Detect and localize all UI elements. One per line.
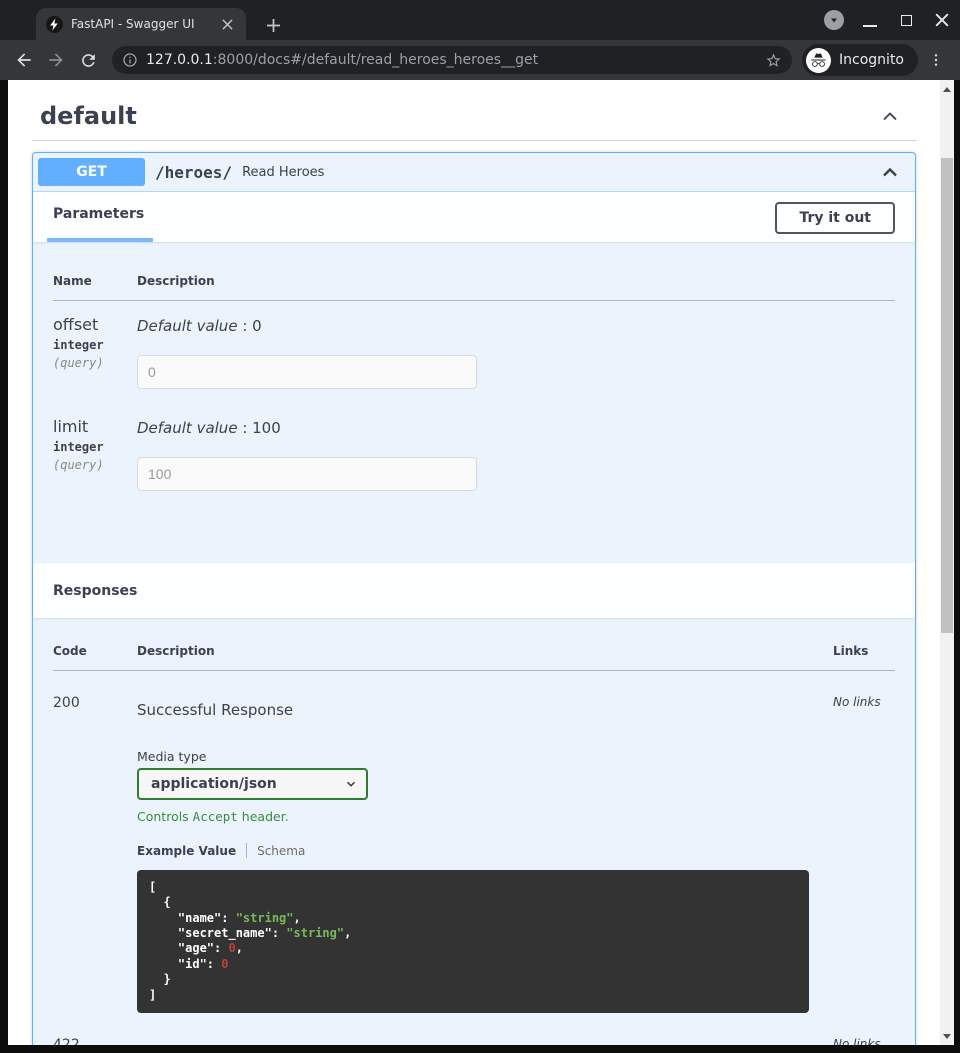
- accept-header-note: Controls Accept header.: [137, 809, 833, 824]
- browser-window: FastAPI - Swagger UI: [0, 0, 960, 1053]
- response-description: Validation Error: [137, 1043, 833, 1045]
- param-type: integer: [53, 338, 137, 352]
- window-controls: [824, 0, 952, 40]
- minimize-button[interactable]: [860, 8, 880, 32]
- incognito-icon: [806, 48, 831, 73]
- try-it-out-button[interactable]: Try it out: [775, 202, 895, 234]
- browser-tab[interactable]: FastAPI - Swagger UI: [36, 8, 246, 40]
- param-default: Default value : 100: [137, 417, 895, 437]
- incognito-label: Incognito: [839, 52, 904, 68]
- param-input-limit[interactable]: [137, 457, 477, 491]
- back-icon[interactable]: [10, 46, 38, 74]
- col-header-description: Description: [137, 634, 833, 671]
- fastapi-favicon-icon: [46, 16, 63, 33]
- param-default: Default value : 0: [137, 315, 895, 335]
- media-type-block: Media type application/json Con: [137, 749, 833, 824]
- note-prefix: Controls: [137, 809, 193, 824]
- responses-body: Code Description Links 200 Successful Re…: [33, 618, 915, 1045]
- page-scrollbar[interactable]: [940, 80, 954, 1045]
- response-links: No links: [833, 1013, 895, 1045]
- tab-strip: FastAPI - Swagger UI: [0, 0, 960, 40]
- col-header-description: Description: [137, 264, 895, 301]
- param-name: limit: [53, 417, 137, 436]
- param-default-label: Default value: [137, 317, 238, 335]
- url-text[interactable]: 127.0.0.1:8000/docs#/default/read_heroes…: [146, 52, 757, 68]
- tab-close-icon[interactable]: [218, 15, 236, 33]
- param-default-sep: :: [238, 317, 253, 335]
- tab-title: FastAPI - Swagger UI: [71, 17, 210, 31]
- example-json-codeblock: [ { "name": "string", "secret_name": "st…: [137, 870, 809, 1013]
- reload-icon[interactable]: [74, 46, 102, 74]
- response-description: Successful Response: [137, 701, 833, 719]
- new-tab-button[interactable]: [260, 12, 286, 38]
- code-line: "id": 0: [149, 957, 797, 972]
- parameters-body: Name Description offset integer (query): [33, 242, 915, 563]
- code-line: "secret_name": "string",: [149, 926, 797, 941]
- col-header-links: Links: [833, 634, 895, 671]
- content-area: default GET /heroes/ Read Heroes: [0, 80, 960, 1053]
- param-default-label: Default value: [137, 419, 238, 437]
- code-line: {: [149, 895, 171, 909]
- response-row-422: 422 Validation Error No links: [53, 1013, 895, 1045]
- endpoint-summary-text: Read Heroes: [242, 165, 324, 180]
- page-info-icon[interactable]: [122, 52, 138, 68]
- tab-divider: [246, 843, 247, 858]
- param-location: (query): [53, 458, 137, 472]
- tag-title: default: [40, 102, 137, 130]
- tag-collapse-chevron-icon[interactable]: [878, 104, 902, 128]
- model-example-tabs: Example Value Schema: [137, 843, 833, 858]
- scroll-down-icon[interactable]: [940, 1029, 954, 1043]
- param-name: offset: [53, 315, 137, 334]
- url-bar[interactable]: 127.0.0.1:8000/docs#/default/read_heroes…: [112, 46, 792, 74]
- response-links: No links: [833, 671, 895, 1013]
- param-default-value: 0: [252, 317, 262, 335]
- code-line: "name": "string",: [149, 911, 797, 926]
- browser-update-icon[interactable]: [824, 10, 844, 30]
- code-line: "age": 0,: [149, 941, 797, 956]
- url-host: 127.0.0.1: [146, 52, 213, 68]
- code-line: }: [149, 972, 171, 986]
- param-row-limit: limit integer (query) Default value : 10…: [53, 403, 895, 505]
- scrollbar-thumb[interactable]: [941, 158, 953, 633]
- endpoint-collapse-chevron-icon[interactable]: [878, 160, 902, 184]
- col-header-code: Code: [53, 634, 137, 671]
- response-row-200: 200 Successful Response Media type appli…: [53, 671, 895, 1013]
- param-default-value: 100: [252, 419, 281, 437]
- response-code: 422: [53, 1013, 137, 1045]
- responses-header: Responses: [33, 563, 915, 618]
- endpoint-summary[interactable]: GET /heroes/ Read Heroes: [33, 153, 915, 192]
- param-location: (query): [53, 356, 137, 370]
- bookmark-star-icon[interactable]: [765, 52, 782, 69]
- tab-example-value[interactable]: Example Value: [137, 844, 236, 858]
- param-input-offset[interactable]: [137, 355, 477, 389]
- scroll-up-icon[interactable]: [940, 82, 954, 96]
- swagger-page: default GET /heroes/ Read Heroes: [8, 80, 940, 1045]
- code-line: ]: [149, 988, 156, 1002]
- note-suffix: header.: [238, 809, 289, 824]
- col-header-name: Name: [53, 264, 137, 301]
- forward-icon[interactable]: [42, 46, 70, 74]
- media-type-label: Media type: [137, 749, 833, 764]
- tab-parameters[interactable]: Parameters: [47, 206, 153, 242]
- response-code: 200: [53, 671, 137, 1013]
- menu-icon[interactable]: [922, 46, 950, 74]
- media-type-select[interactable]: application/json: [137, 768, 368, 800]
- incognito-badge: Incognito: [802, 44, 918, 76]
- param-default-sep: :: [238, 419, 253, 437]
- code-line: [: [149, 880, 156, 894]
- maximize-button[interactable]: [896, 8, 916, 32]
- browser-toolbar: 127.0.0.1:8000/docs#/default/read_heroes…: [0, 40, 960, 80]
- endpoint-path: /heroes/: [155, 163, 232, 182]
- opblock-get-heroes: GET /heroes/ Read Heroes Parameters Try …: [32, 152, 916, 1045]
- parameters-header: Parameters Try it out: [33, 192, 915, 242]
- tab-schema[interactable]: Schema: [257, 844, 305, 858]
- param-row-offset: offset integer (query) Default value : 0: [53, 301, 895, 404]
- note-accept: Accept: [193, 809, 238, 824]
- url-path: :8000/docs#/default/read_heroes_heroes__…: [213, 52, 538, 68]
- responses-title: Responses: [53, 583, 137, 599]
- close-button[interactable]: [932, 8, 952, 32]
- http-method-badge: GET: [38, 158, 145, 186]
- param-type: integer: [53, 440, 137, 454]
- tag-section-header[interactable]: default: [32, 94, 916, 141]
